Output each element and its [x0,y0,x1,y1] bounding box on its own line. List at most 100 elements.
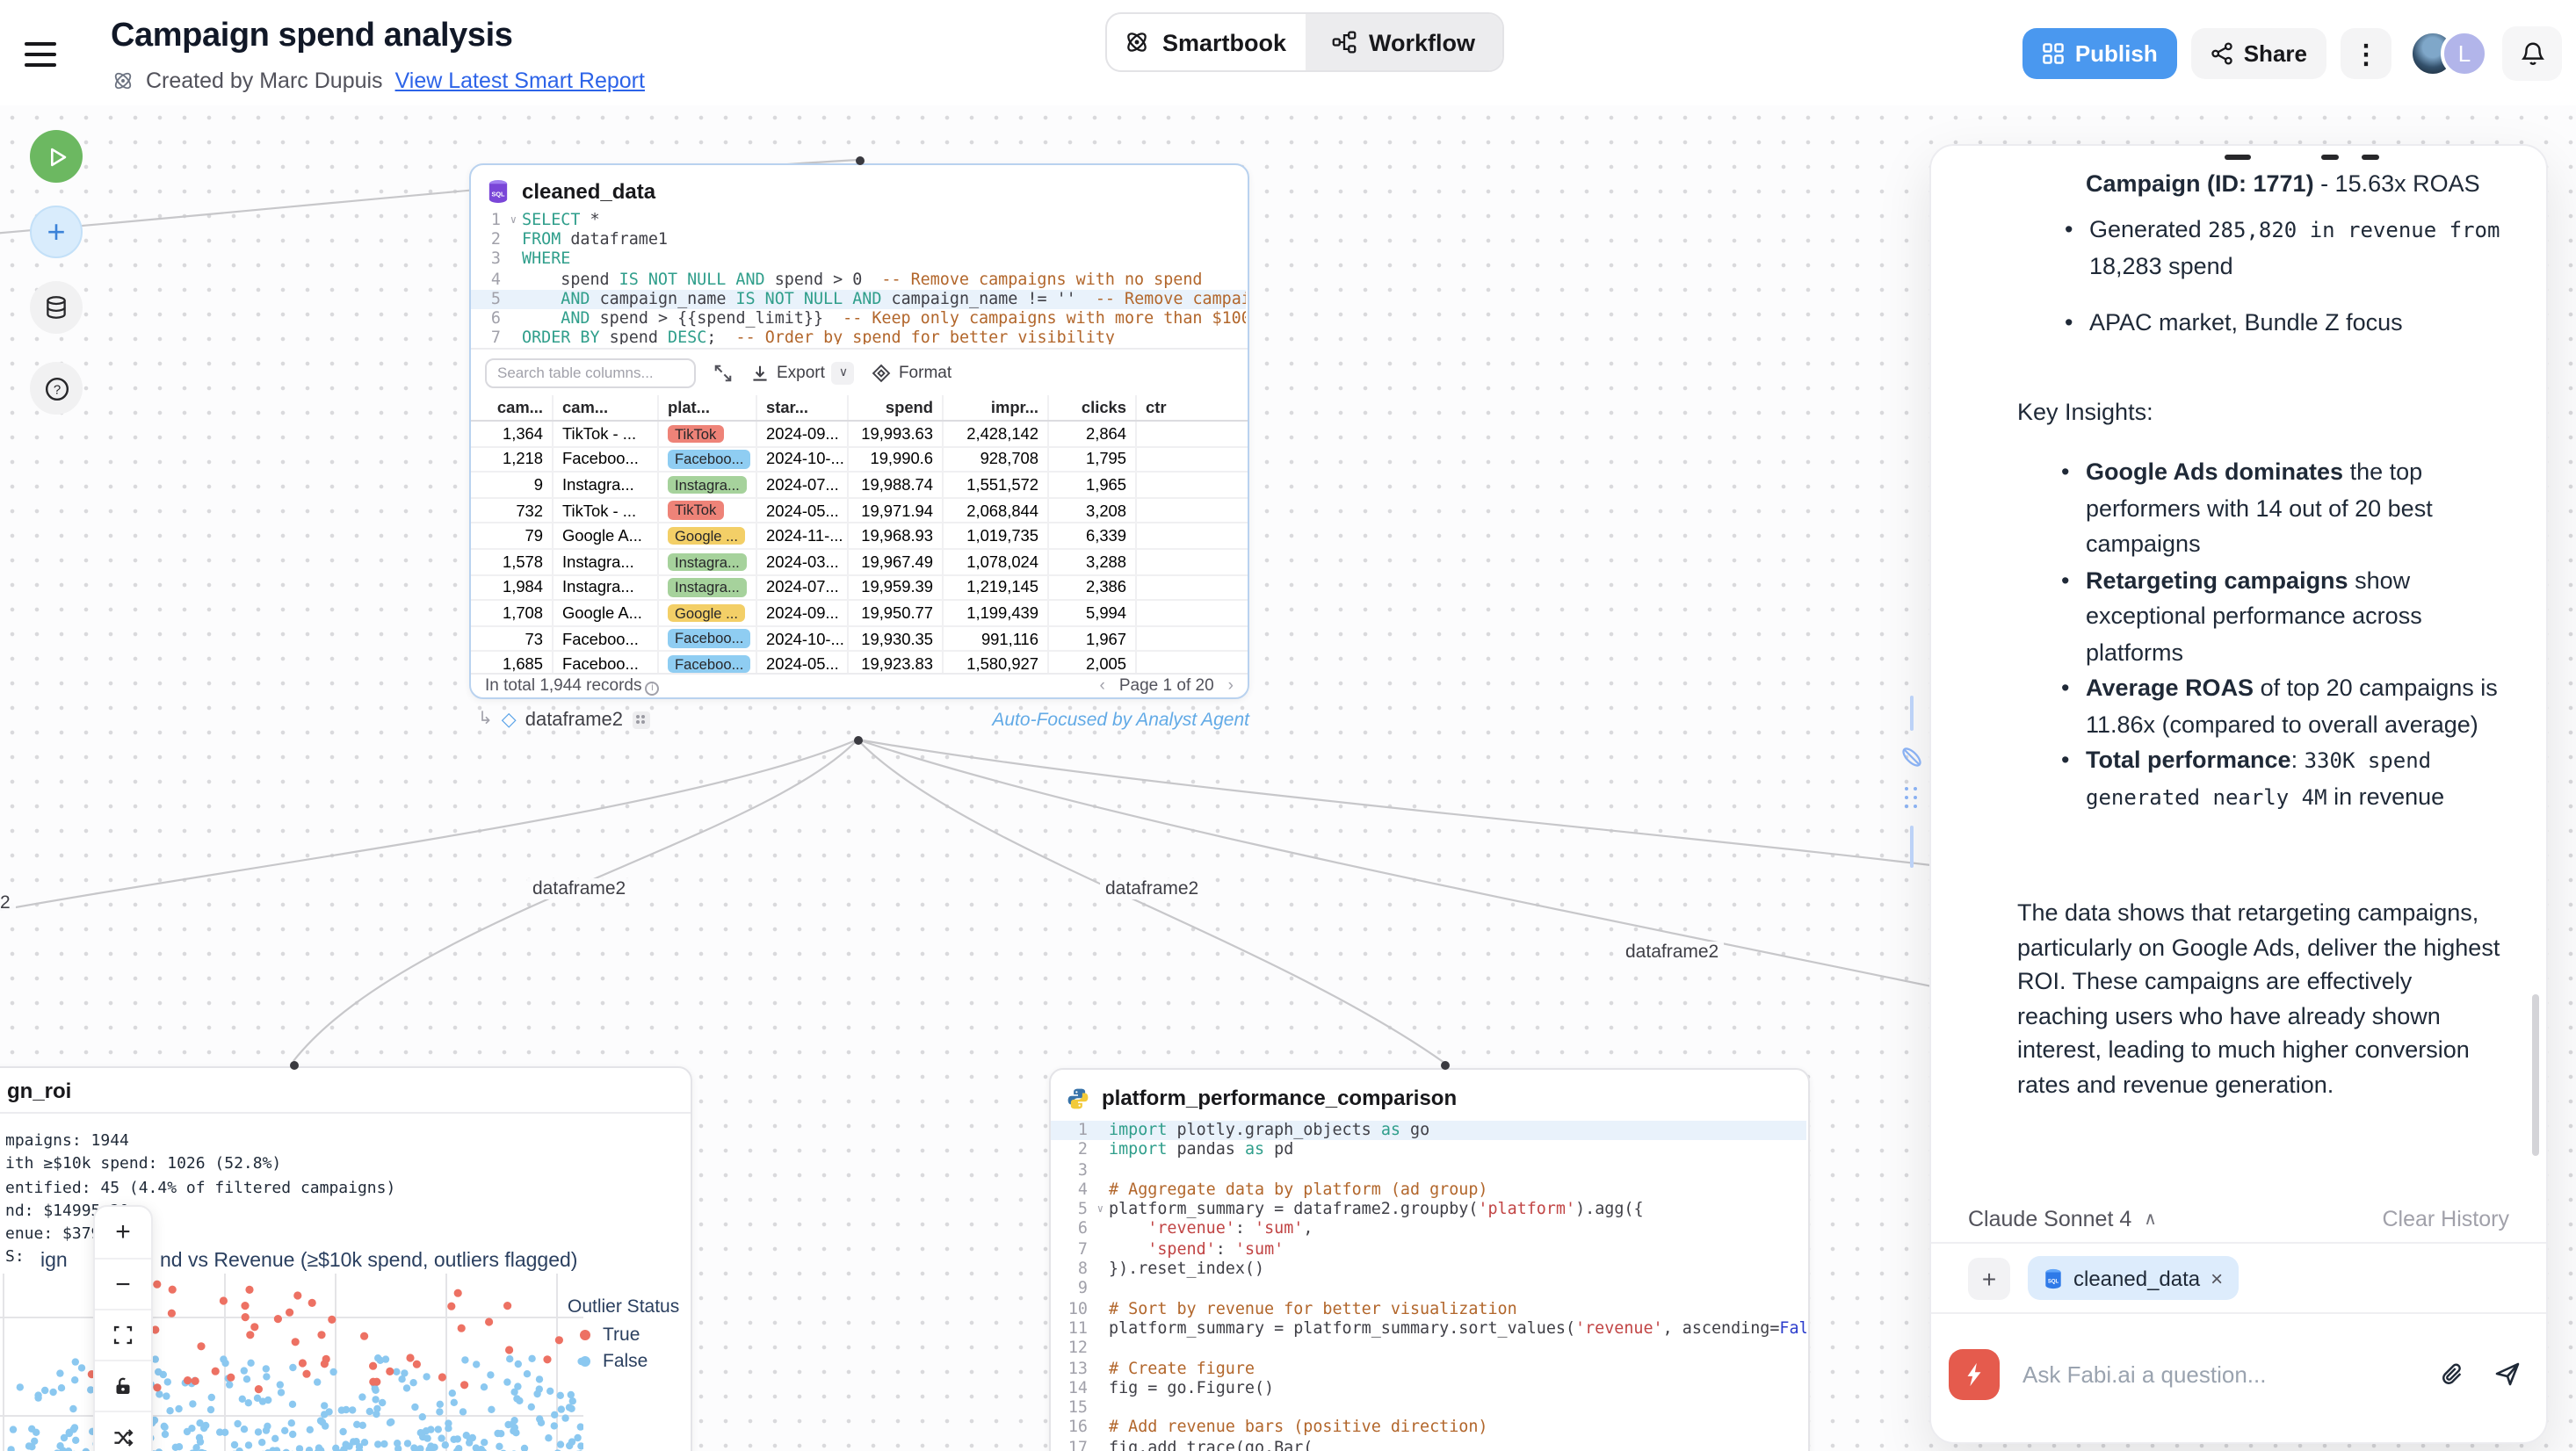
fit-view-button[interactable] [95,1309,151,1360]
code-line[interactable]: 1import plotly.graph_objects as go [1051,1121,1806,1141]
sql-code-editor[interactable]: 1∨SELECT *2FROM dataframe13WHERE4 spend … [471,211,1246,344]
model-selector[interactable]: Claude Sonnet 4 ∧ [1968,1207,2157,1231]
table-row[interactable]: 1,218Faceboo...Faceboo...2024-10-...19,9… [471,447,1248,473]
code-line[interactable]: 2FROM dataframe1 [471,230,1246,249]
code-line[interactable]: 4 spend IS NOT NULL AND spend > 0 -- Rem… [471,270,1246,289]
code-line[interactable]: 12 [1051,1339,1806,1360]
column-header[interactable]: star... [756,395,847,420]
code-line[interactable]: 3 [1051,1160,1806,1180]
code-line[interactable]: 11platform_summary = platform_summary.so… [1051,1319,1806,1339]
help-button[interactable]: ? [30,362,83,415]
node-card-cleaned-data[interactable]: SQL cleaned_data 1∨SELECT *2FROM datafra… [469,163,1249,699]
notifications-button[interactable] [2502,26,2562,81]
legend-item-true[interactable]: True [568,1324,679,1345]
attachment-icon[interactable] [2439,1361,2465,1387]
data-sources-button[interactable] [30,281,83,334]
edge-port[interactable] [855,155,864,164]
add-context-button[interactable]: + [1968,1257,2010,1299]
table-cell: Instagra... [657,575,756,599]
code-line[interactable]: 7ORDER BY spend DESC; -- Order by spend … [471,328,1246,344]
column-header[interactable]: cam... [552,395,657,420]
next-page-button[interactable]: › [1228,676,1234,696]
table-row[interactable]: 73Faceboo...Faceboo...2024-10-...19,930.… [471,627,1248,653]
legend-item-false[interactable]: False [568,1351,679,1372]
scatter-point [239,1396,246,1403]
export-chevron-icon[interactable]: ∨ [832,361,855,384]
code-line[interactable]: 9 [1051,1280,1806,1300]
column-header[interactable]: impr... [942,395,1047,420]
tab-smartbook[interactable]: Smartbook [1107,14,1305,70]
tab-workflow[interactable]: Workflow [1305,14,1502,70]
python-code-editor[interactable]: 1import plotly.graph_objects as go2impor… [1051,1121,1806,1451]
drag-grip-icon[interactable] [632,711,649,728]
code-line[interactable]: 16# Add revenue bars (positive direction… [1051,1419,1806,1439]
avatar[interactable]: L [2441,30,2488,77]
column-header[interactable]: spend [847,395,942,420]
code-line[interactable]: 3WHERE [471,250,1246,270]
shuffle-layout-button[interactable] [95,1411,151,1451]
table-row[interactable]: 79Google A...Google ...2024-11-...19,968… [471,524,1248,550]
edge-port[interactable] [1440,1060,1449,1069]
code-line[interactable]: 17fig.add_trace(go.Bar( [1051,1439,1806,1451]
lock-canvas-button[interactable] [95,1360,151,1411]
zoom-in-button[interactable]: + [95,1207,151,1258]
table-row[interactable]: 1,578Instagra...Instagra...2024-03...19,… [471,550,1248,575]
edge-port[interactable] [289,1060,298,1069]
export-button[interactable]: Export ∨ [750,361,855,384]
add-node-button[interactable]: + [30,206,83,258]
table-row[interactable]: 1,708Google A...Google ...2024-09...19,9… [471,601,1248,626]
code-line[interactable]: 13# Create figure [1051,1359,1806,1379]
table-row[interactable]: 1,364TikTok - ...TikTok2024-09...19,993.… [471,422,1248,447]
scatter-point [241,1426,248,1433]
send-icon[interactable] [2493,1360,2522,1388]
code-line[interactable]: 2import pandas as pd [1051,1141,1806,1161]
code-line[interactable]: 14fig = go.Figure() [1051,1379,1806,1399]
table-row[interactable]: 1,685Faceboo...Faceboo...2024-05...19,92… [471,653,1248,675]
code-line[interactable]: 6 'revenue': 'sum', [1051,1220,1806,1240]
scatter-plot[interactable] [0,1274,583,1451]
code-line[interactable]: 15 [1051,1398,1806,1419]
column-header[interactable]: ctr [1135,395,1209,420]
expand-table-icon[interactable] [713,363,733,382]
ask-fabi-input[interactable] [2022,1361,2439,1387]
panel-edge-handle[interactable] [1899,696,1924,871]
code-line[interactable]: 6 AND spend > {{spend_limit}} -- Keep on… [471,309,1246,328]
code-line[interactable]: 5∨platform_summary = dataframe2.groupby(… [1051,1200,1806,1220]
column-header[interactable]: plat... [657,395,756,420]
menu-icon[interactable] [25,37,67,72]
remove-chip-icon[interactable]: × [2211,1266,2223,1290]
code-line[interactable]: 4# Aggregate data by platform (ad group) [1051,1180,1806,1201]
node-header[interactable]: platform_performance_comparison [1051,1070,1808,1119]
view-smart-report-link[interactable]: View Latest Smart Report [395,69,645,93]
run-workflow-button[interactable] [30,130,83,183]
zoom-out-button[interactable]: − [95,1258,151,1309]
edge-port[interactable] [853,735,862,744]
code-line[interactable]: 5 AND campaign_name IS NOT NULL AND camp… [471,290,1246,309]
context-chip-cleaned-data[interactable]: SQL cleaned_data × [2028,1256,2239,1300]
node-card-platform-performance[interactable]: platform_performance_comparison 1import … [1049,1068,1810,1451]
table-row[interactable]: 732TikTok - ...TikTok2024-05...19,971.94… [471,499,1248,524]
format-button[interactable]: Format [872,363,952,382]
panel-scrollbar[interactable] [2532,994,2539,1156]
table-row[interactable]: 1,984Instagra...Instagra...2024-07...19,… [471,575,1248,601]
panel-drag-grip-icon[interactable] [1905,787,1919,808]
publish-button[interactable]: Publish [2022,28,2177,79]
search-table-columns-input[interactable] [485,357,696,387]
code-line[interactable]: 10# Sort by revenue for better visualiza… [1051,1299,1806,1319]
code-line[interactable]: 1∨SELECT * [471,211,1246,230]
smartbook-pin-icon[interactable] [1899,745,1924,769]
prev-page-button[interactable]: ‹ [1100,676,1105,696]
table-row[interactable]: 9Instagra...Instagra...2024-07...19,988.… [471,473,1248,498]
table-cell: 3,208 [1047,499,1135,523]
node-header[interactable]: SQL cleaned_data [471,165,1248,211]
column-header[interactable]: clicks [1047,395,1135,420]
code-line[interactable]: 8}).reset_index() [1051,1260,1806,1280]
more-options-button[interactable]: ⋮ [2341,28,2391,79]
clear-history-button[interactable]: Clear History [2383,1207,2510,1231]
column-header[interactable]: cam... [471,395,552,420]
output-dataframe-label[interactable]: dataframe2 [525,709,623,730]
share-button[interactable]: Share [2191,28,2326,79]
info-icon[interactable]: i [646,682,660,696]
scatter-point [245,1286,253,1294]
code-line[interactable]: 7 'spend': 'sum' [1051,1240,1806,1260]
